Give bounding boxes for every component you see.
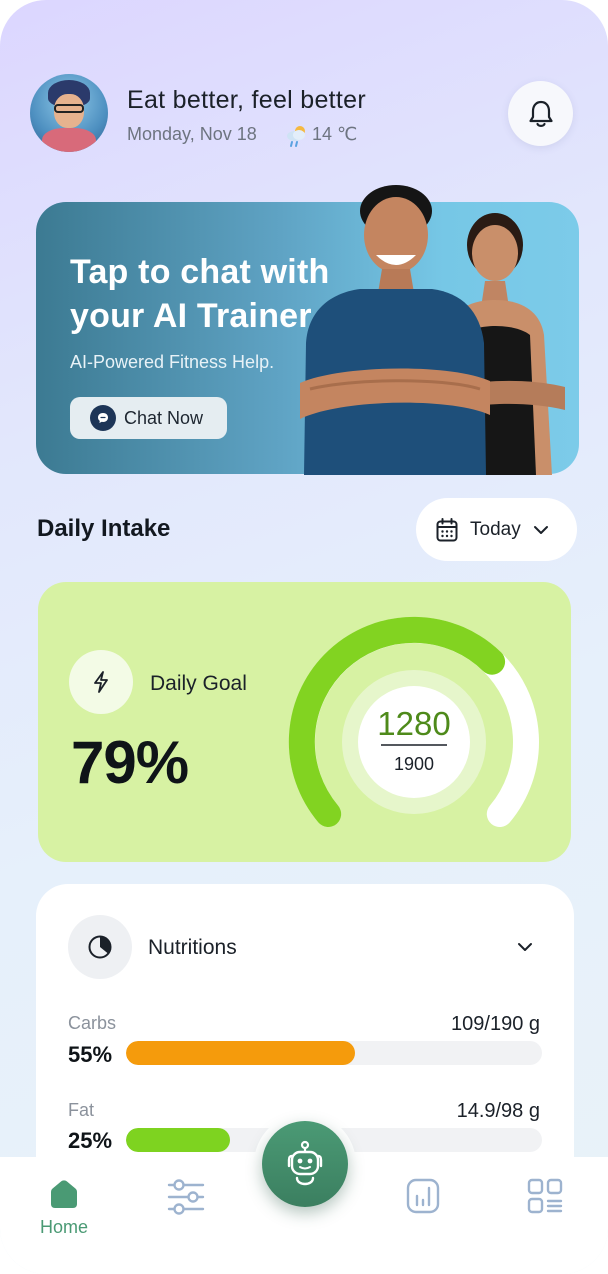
daily-goal-percent: 79% [71,729,189,796]
chevron-down-icon [533,525,548,534]
carbs-progress-fill [126,1041,355,1065]
chat-bubble-icon [90,405,116,431]
banner-title: Tap to chat with your AI Trainer [70,253,330,335]
calorie-gauge: 1280 1900 [288,616,539,827]
nav-home-label: Home [39,1217,88,1237]
ai-assistant-button[interactable] [262,1121,348,1207]
fat-amount: 14.9/98 g [456,1100,540,1122]
chat-now-label: Chat Now [124,407,204,428]
grid-menu-icon [527,1178,563,1214]
gauge-center [358,686,470,798]
section-title-daily-intake: Daily Intake [37,515,171,542]
home-icon [51,1180,77,1208]
temperature-label: 14 ℃ [312,124,358,144]
period-dropdown[interactable]: Today [416,498,577,561]
period-label: Today [470,518,521,540]
nav-menu[interactable] [527,1178,563,1214]
notifications-button[interactable] [508,81,573,146]
bar-chart-icon [406,1178,440,1214]
nutrition-title: Nutritions [148,936,237,959]
bell-icon [528,100,553,127]
fat-label: Fat [68,1100,95,1120]
pie-chart-icon [68,915,132,979]
robot-headset-icon [287,1140,323,1186]
daily-goal-label: Daily Goal [150,672,247,695]
carbs-percent: 55% [68,1042,113,1067]
lightning-icon [69,650,133,714]
greeting-title: Eat better, feel better [127,86,366,114]
gauge-consumed-value: 1280 [377,705,450,742]
carbs-progress-track [126,1041,542,1065]
carbs-amount: 109/190 g [451,1013,540,1035]
avatar[interactable] [30,74,108,152]
gauge-target-value: 1900 [394,754,434,774]
carbs-label: Carbs [68,1013,117,1033]
banner-subtitle: AI-Powered Fitness Help. [70,352,275,372]
calendar-icon [436,517,458,541]
fat-progress-fill [126,1128,230,1152]
nav-home[interactable]: Home [37,1177,91,1238]
sliders-icon [167,1179,205,1215]
nav-filters[interactable] [166,1178,206,1216]
nutrition-expand-chevron-icon[interactable] [514,936,536,958]
cloud-sun-rain-icon [287,126,305,147]
fat-percent: 25% [68,1128,113,1153]
nav-stats[interactable] [406,1178,440,1214]
app-screen: Eat better, feel better Monday, Nov 18 1… [0,0,608,1274]
chat-now-button[interactable]: Chat Now [70,397,227,439]
date-label: Monday, Nov 18 [127,124,257,144]
